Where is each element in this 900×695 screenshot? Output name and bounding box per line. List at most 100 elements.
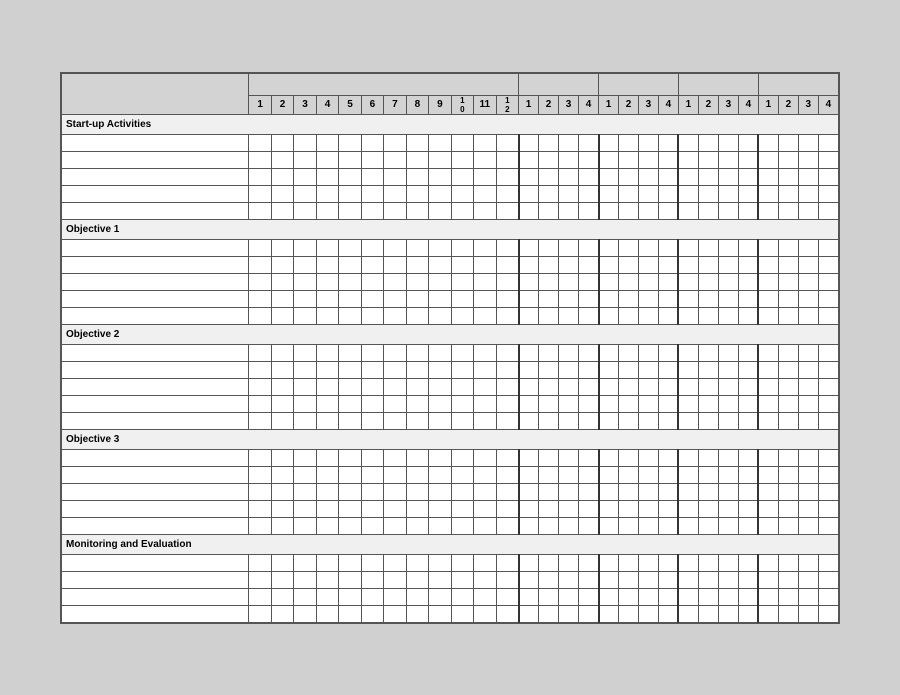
quarter-cell [638, 378, 658, 395]
month-cell [429, 395, 451, 412]
month-cell [361, 185, 383, 202]
month-cell [339, 202, 361, 219]
quarter-cell [519, 151, 539, 168]
month-cell [271, 378, 293, 395]
quarter-cell [798, 168, 818, 185]
month-cell [474, 168, 496, 185]
table-row [62, 449, 839, 466]
month-cell [249, 151, 271, 168]
quarter-cell [698, 571, 718, 588]
quarter-cell [658, 378, 678, 395]
quarter-cell [818, 500, 838, 517]
quarter-cell [519, 168, 539, 185]
quarter-cell [778, 361, 798, 378]
quarter-cell [658, 256, 678, 273]
activity-cell [62, 395, 249, 412]
quarter-cell [658, 483, 678, 500]
quarter-cell [778, 202, 798, 219]
month-cell [451, 412, 473, 429]
month-cell [406, 378, 428, 395]
quarter-cell [599, 361, 619, 378]
quarter-cell [579, 588, 599, 605]
month-cell [429, 134, 451, 151]
quarter-cell [638, 344, 658, 361]
month-8: 8 [406, 95, 428, 114]
section-header: Monitoring and Evaluation [62, 534, 839, 554]
y3-q4: 4 [658, 95, 678, 114]
quarter-cell [798, 466, 818, 483]
quarter-cell [559, 151, 579, 168]
month-cell [496, 571, 519, 588]
month-cell [384, 412, 406, 429]
quarter-cell [738, 554, 758, 571]
month-cell [474, 185, 496, 202]
month-cell [451, 500, 473, 517]
month-cell [429, 466, 451, 483]
quarter-cell [758, 273, 778, 290]
quarter-cell [778, 344, 798, 361]
quarter-cell [718, 168, 738, 185]
section-header: Objective 3 [62, 429, 839, 449]
month-cell [339, 588, 361, 605]
quarter-cell [539, 483, 559, 500]
activity-cell [62, 134, 249, 151]
activity-cell [62, 290, 249, 307]
month-cell [384, 500, 406, 517]
month-cell [249, 588, 271, 605]
quarter-cell [618, 239, 638, 256]
quarter-cell [559, 202, 579, 219]
quarter-cell [818, 168, 838, 185]
month-cell [339, 168, 361, 185]
quarter-cell [698, 483, 718, 500]
month-cell [451, 185, 473, 202]
quarter-cell [718, 134, 738, 151]
quarter-cell [559, 378, 579, 395]
month-cell [316, 344, 338, 361]
quarter-cell [638, 202, 658, 219]
month-cell [406, 134, 428, 151]
month-cell [361, 134, 383, 151]
month-cell [271, 466, 293, 483]
month-cell [429, 307, 451, 324]
quarter-cell [658, 554, 678, 571]
month-cell [406, 307, 428, 324]
quarter-cell [658, 344, 678, 361]
month-cell [474, 256, 496, 273]
table-row [62, 517, 839, 534]
quarter-cell [678, 344, 698, 361]
quarter-cell [559, 517, 579, 534]
quarter-cell [818, 290, 838, 307]
quarter-cell [579, 202, 599, 219]
quarter-cell [559, 554, 579, 571]
month-cell [271, 273, 293, 290]
month-cell [451, 239, 473, 256]
month-cell [249, 344, 271, 361]
month-cell [339, 554, 361, 571]
table-row [62, 344, 839, 361]
month-cell [496, 588, 519, 605]
quarter-cell [559, 466, 579, 483]
month-cell [496, 239, 519, 256]
table-row [62, 290, 839, 307]
quarter-cell [738, 307, 758, 324]
quarter-cell [559, 168, 579, 185]
table-row [62, 588, 839, 605]
quarter-cell [778, 412, 798, 429]
section-header: Objective 1 [62, 219, 839, 239]
month-cell [361, 588, 383, 605]
quarter-cell [599, 273, 619, 290]
quarter-cell [678, 134, 698, 151]
quarter-cell [698, 290, 718, 307]
month-cell [294, 395, 316, 412]
table-row [62, 378, 839, 395]
month-cell [271, 449, 293, 466]
quarter-cell [678, 605, 698, 622]
month-cell [361, 239, 383, 256]
month-cell [271, 500, 293, 517]
activity-cell [62, 571, 249, 588]
activity-cell [62, 378, 249, 395]
quarter-cell [738, 361, 758, 378]
month-cell [271, 605, 293, 622]
month-cell [406, 185, 428, 202]
quarter-cell [718, 588, 738, 605]
